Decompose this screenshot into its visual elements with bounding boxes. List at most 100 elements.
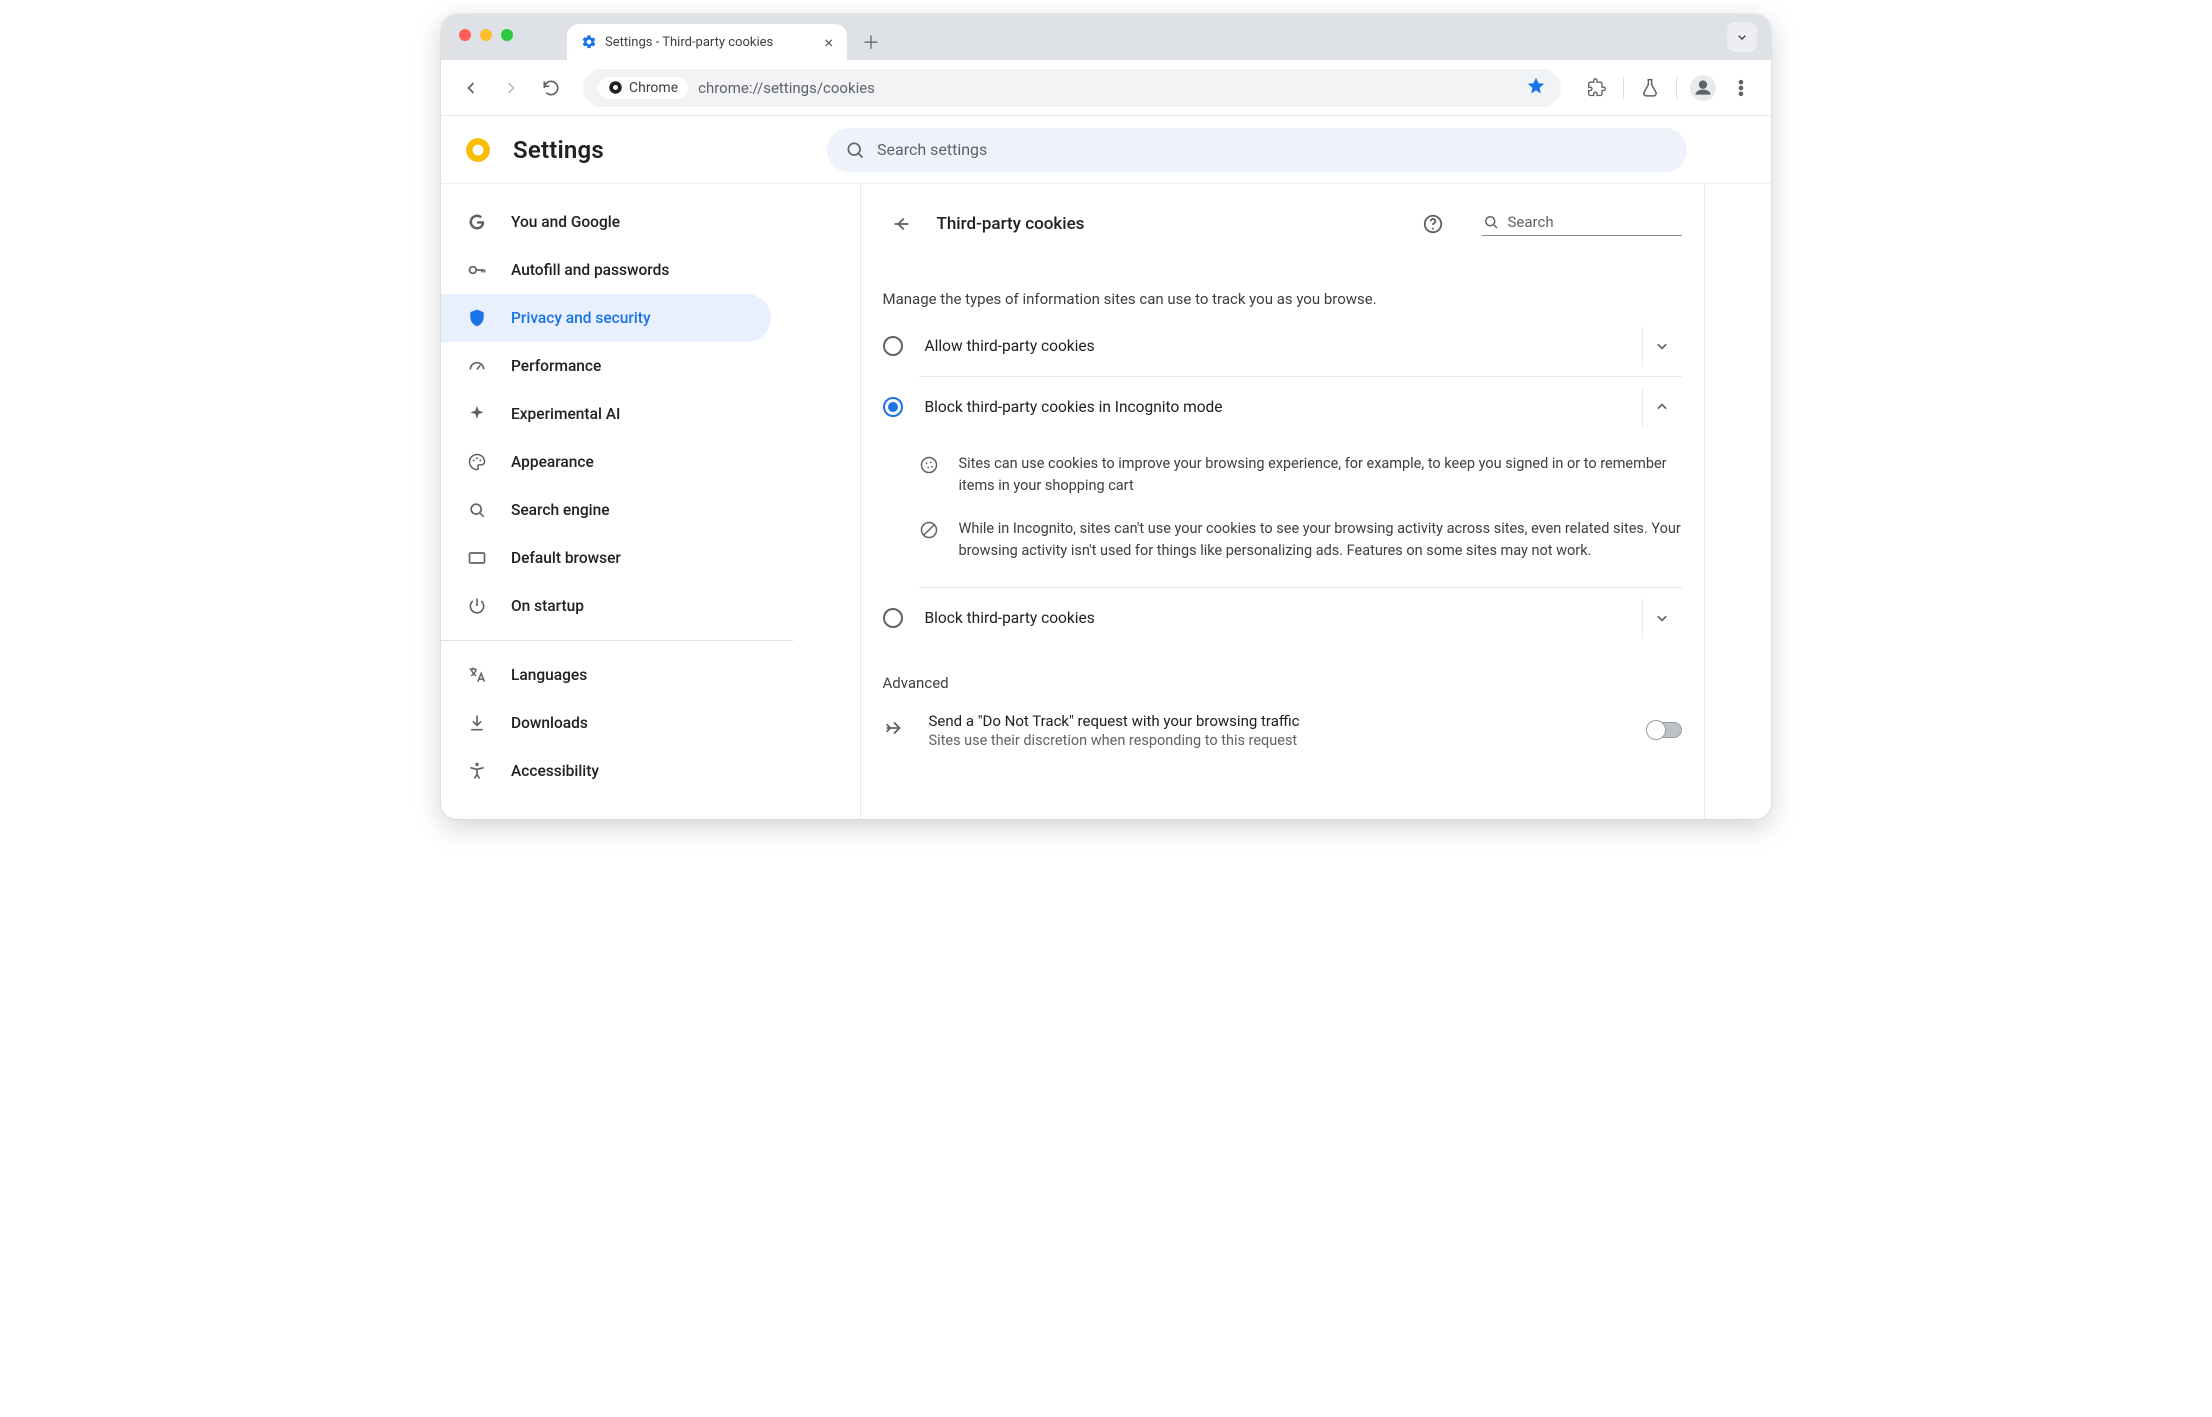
option-label: Block third-party cookies in Incognito m… <box>925 398 1620 416</box>
bookmark-star-icon[interactable] <box>1526 76 1546 100</box>
window-close-button[interactable] <box>459 29 471 41</box>
radio-button[interactable] <box>883 336 903 356</box>
option-details: Sites can use cookies to improve your br… <box>861 437 1704 587</box>
translate-icon <box>467 665 487 685</box>
reload-button[interactable] <box>533 70 569 106</box>
accessibility-icon <box>467 761 487 781</box>
extensions-button[interactable] <box>1579 70 1615 106</box>
panel-intro-text: Manage the types of information sites ca… <box>861 250 1704 316</box>
nav-forward-button[interactable] <box>493 70 529 106</box>
radio-button[interactable] <box>883 608 903 628</box>
search-icon <box>467 500 487 520</box>
sidebar-item-autofill[interactable]: Autofill and passwords <box>441 246 771 294</box>
search-icon <box>845 140 865 160</box>
settings-header: Settings Search settings <box>441 116 1771 184</box>
palette-icon <box>467 452 487 472</box>
labs-button[interactable] <box>1632 70 1668 106</box>
sidebar-item-label: On startup <box>511 597 584 615</box>
sidebar-item-label: You and Google <box>511 213 620 231</box>
sidebar-separator <box>441 640 793 641</box>
sidebar-item-search-engine[interactable]: Search engine <box>441 486 771 534</box>
collapse-button[interactable] <box>1642 387 1682 427</box>
window-titlebar: Settings - Third-party cookies × ＋ <box>441 14 1771 60</box>
sidebar-item-label: Accessibility <box>511 762 599 780</box>
sidebar-item-languages[interactable]: Languages <box>441 651 771 699</box>
sidebar-item-label: Performance <box>511 357 601 375</box>
site-chip[interactable]: Chrome <box>598 77 688 99</box>
sidebar-item-you-and-google[interactable]: You and Google <box>441 198 771 246</box>
panel-search-placeholder: Search <box>1508 213 1554 231</box>
tab-search-button[interactable] <box>1727 22 1757 52</box>
sidebar-item-downloads[interactable]: Downloads <box>441 699 771 747</box>
sparkle-icon <box>467 404 487 424</box>
panel-back-button[interactable] <box>883 206 919 242</box>
sidebar-item-label: Privacy and security <box>511 309 651 327</box>
panel-title: Third-party cookies <box>937 214 1085 234</box>
google-g-icon <box>467 212 487 232</box>
detail-text: While in Incognito, sites can't use your… <box>959 518 1682 563</box>
sidebar-item-performance[interactable]: Performance <box>441 342 771 390</box>
settings-gear-icon <box>581 34 597 50</box>
option-label: Block third-party cookies <box>925 609 1620 627</box>
profile-button[interactable] <box>1685 70 1721 106</box>
dnt-toggle[interactable] <box>1646 722 1682 738</box>
do-not-track-setting[interactable]: Send a "Do Not Track" request with your … <box>861 698 1704 763</box>
sidebar-item-label: Appearance <box>511 453 594 471</box>
browser-window-icon <box>467 548 487 568</box>
separator <box>1623 77 1624 99</box>
radio-button[interactable] <box>883 397 903 417</box>
expand-button[interactable] <box>1642 326 1682 366</box>
search-icon <box>1482 213 1500 231</box>
setting-label: Send a "Do Not Track" request with your … <box>929 712 1622 730</box>
chrome-menu-button[interactable] <box>1723 70 1759 106</box>
sidebar-item-label: Experimental AI <box>511 405 620 423</box>
address-bar[interactable]: Chrome chrome://settings/cookies <box>583 69 1561 107</box>
block-icon <box>919 518 941 563</box>
search-settings-placeholder: Search settings <box>877 140 987 159</box>
new-tab-button[interactable]: ＋ <box>857 28 885 56</box>
sidebar-item-label: Downloads <box>511 714 588 732</box>
address-bar-url: chrome://settings/cookies <box>698 79 1516 97</box>
window-minimize-button[interactable] <box>480 29 492 41</box>
separator <box>1676 77 1677 99</box>
dnt-icon <box>883 717 905 743</box>
key-icon <box>467 260 487 280</box>
sidebar-item-label: Autofill and passwords <box>511 261 669 279</box>
sidebar-item-privacy[interactable]: Privacy and security <box>441 294 771 342</box>
sidebar-item-label: Search engine <box>511 501 610 519</box>
site-chip-label: Chrome <box>629 80 678 96</box>
sidebar-item-appearance[interactable]: Appearance <box>441 438 771 486</box>
cookie-option-block-all[interactable]: Block third-party cookies <box>861 588 1704 648</box>
sidebar-item-label: Default browser <box>511 549 621 567</box>
avatar-icon <box>1690 75 1716 101</box>
detail-text: Sites can use cookies to improve your br… <box>959 453 1682 498</box>
expand-button[interactable] <box>1642 598 1682 638</box>
cookie-icon <box>919 453 941 498</box>
chrome-logo-icon <box>465 137 491 163</box>
help-button[interactable] <box>1416 207 1450 241</box>
window-fullscreen-button[interactable] <box>501 29 513 41</box>
sidebar-item-experimental-ai[interactable]: Experimental AI <box>441 390 771 438</box>
cookie-option-block-incognito[interactable]: Block third-party cookies in Incognito m… <box>861 377 1704 437</box>
sidebar-item-default-browser[interactable]: Default browser <box>441 534 771 582</box>
cookie-option-allow[interactable]: Allow third-party cookies <box>861 316 1704 376</box>
panel-search-input[interactable]: Search <box>1482 213 1682 236</box>
settings-sidebar: You and Google Autofill and passwords Pr… <box>441 184 793 819</box>
nav-back-button[interactable] <box>453 70 489 106</box>
sidebar-item-on-startup[interactable]: On startup <box>441 582 771 630</box>
browser-tab[interactable]: Settings - Third-party cookies × <box>567 24 847 60</box>
option-label: Allow third-party cookies <box>925 337 1620 355</box>
tab-title: Settings - Third-party cookies <box>605 35 814 50</box>
setting-sublabel: Sites use their discretion when respondi… <box>929 732 1622 749</box>
speedometer-icon <box>467 356 487 376</box>
search-settings-input[interactable]: Search settings <box>827 128 1687 172</box>
settings-panel: Third-party cookies Search Manage the ty… <box>860 184 1705 819</box>
tab-close-button[interactable]: × <box>822 33 835 52</box>
download-icon <box>467 713 487 733</box>
sidebar-item-accessibility[interactable]: Accessibility <box>441 747 771 795</box>
chrome-icon <box>608 80 623 95</box>
settings-title: Settings <box>513 136 604 164</box>
shield-icon <box>467 308 487 328</box>
section-heading-advanced: Advanced <box>861 648 1704 698</box>
browser-toolbar: Chrome chrome://settings/cookies <box>441 60 1771 116</box>
